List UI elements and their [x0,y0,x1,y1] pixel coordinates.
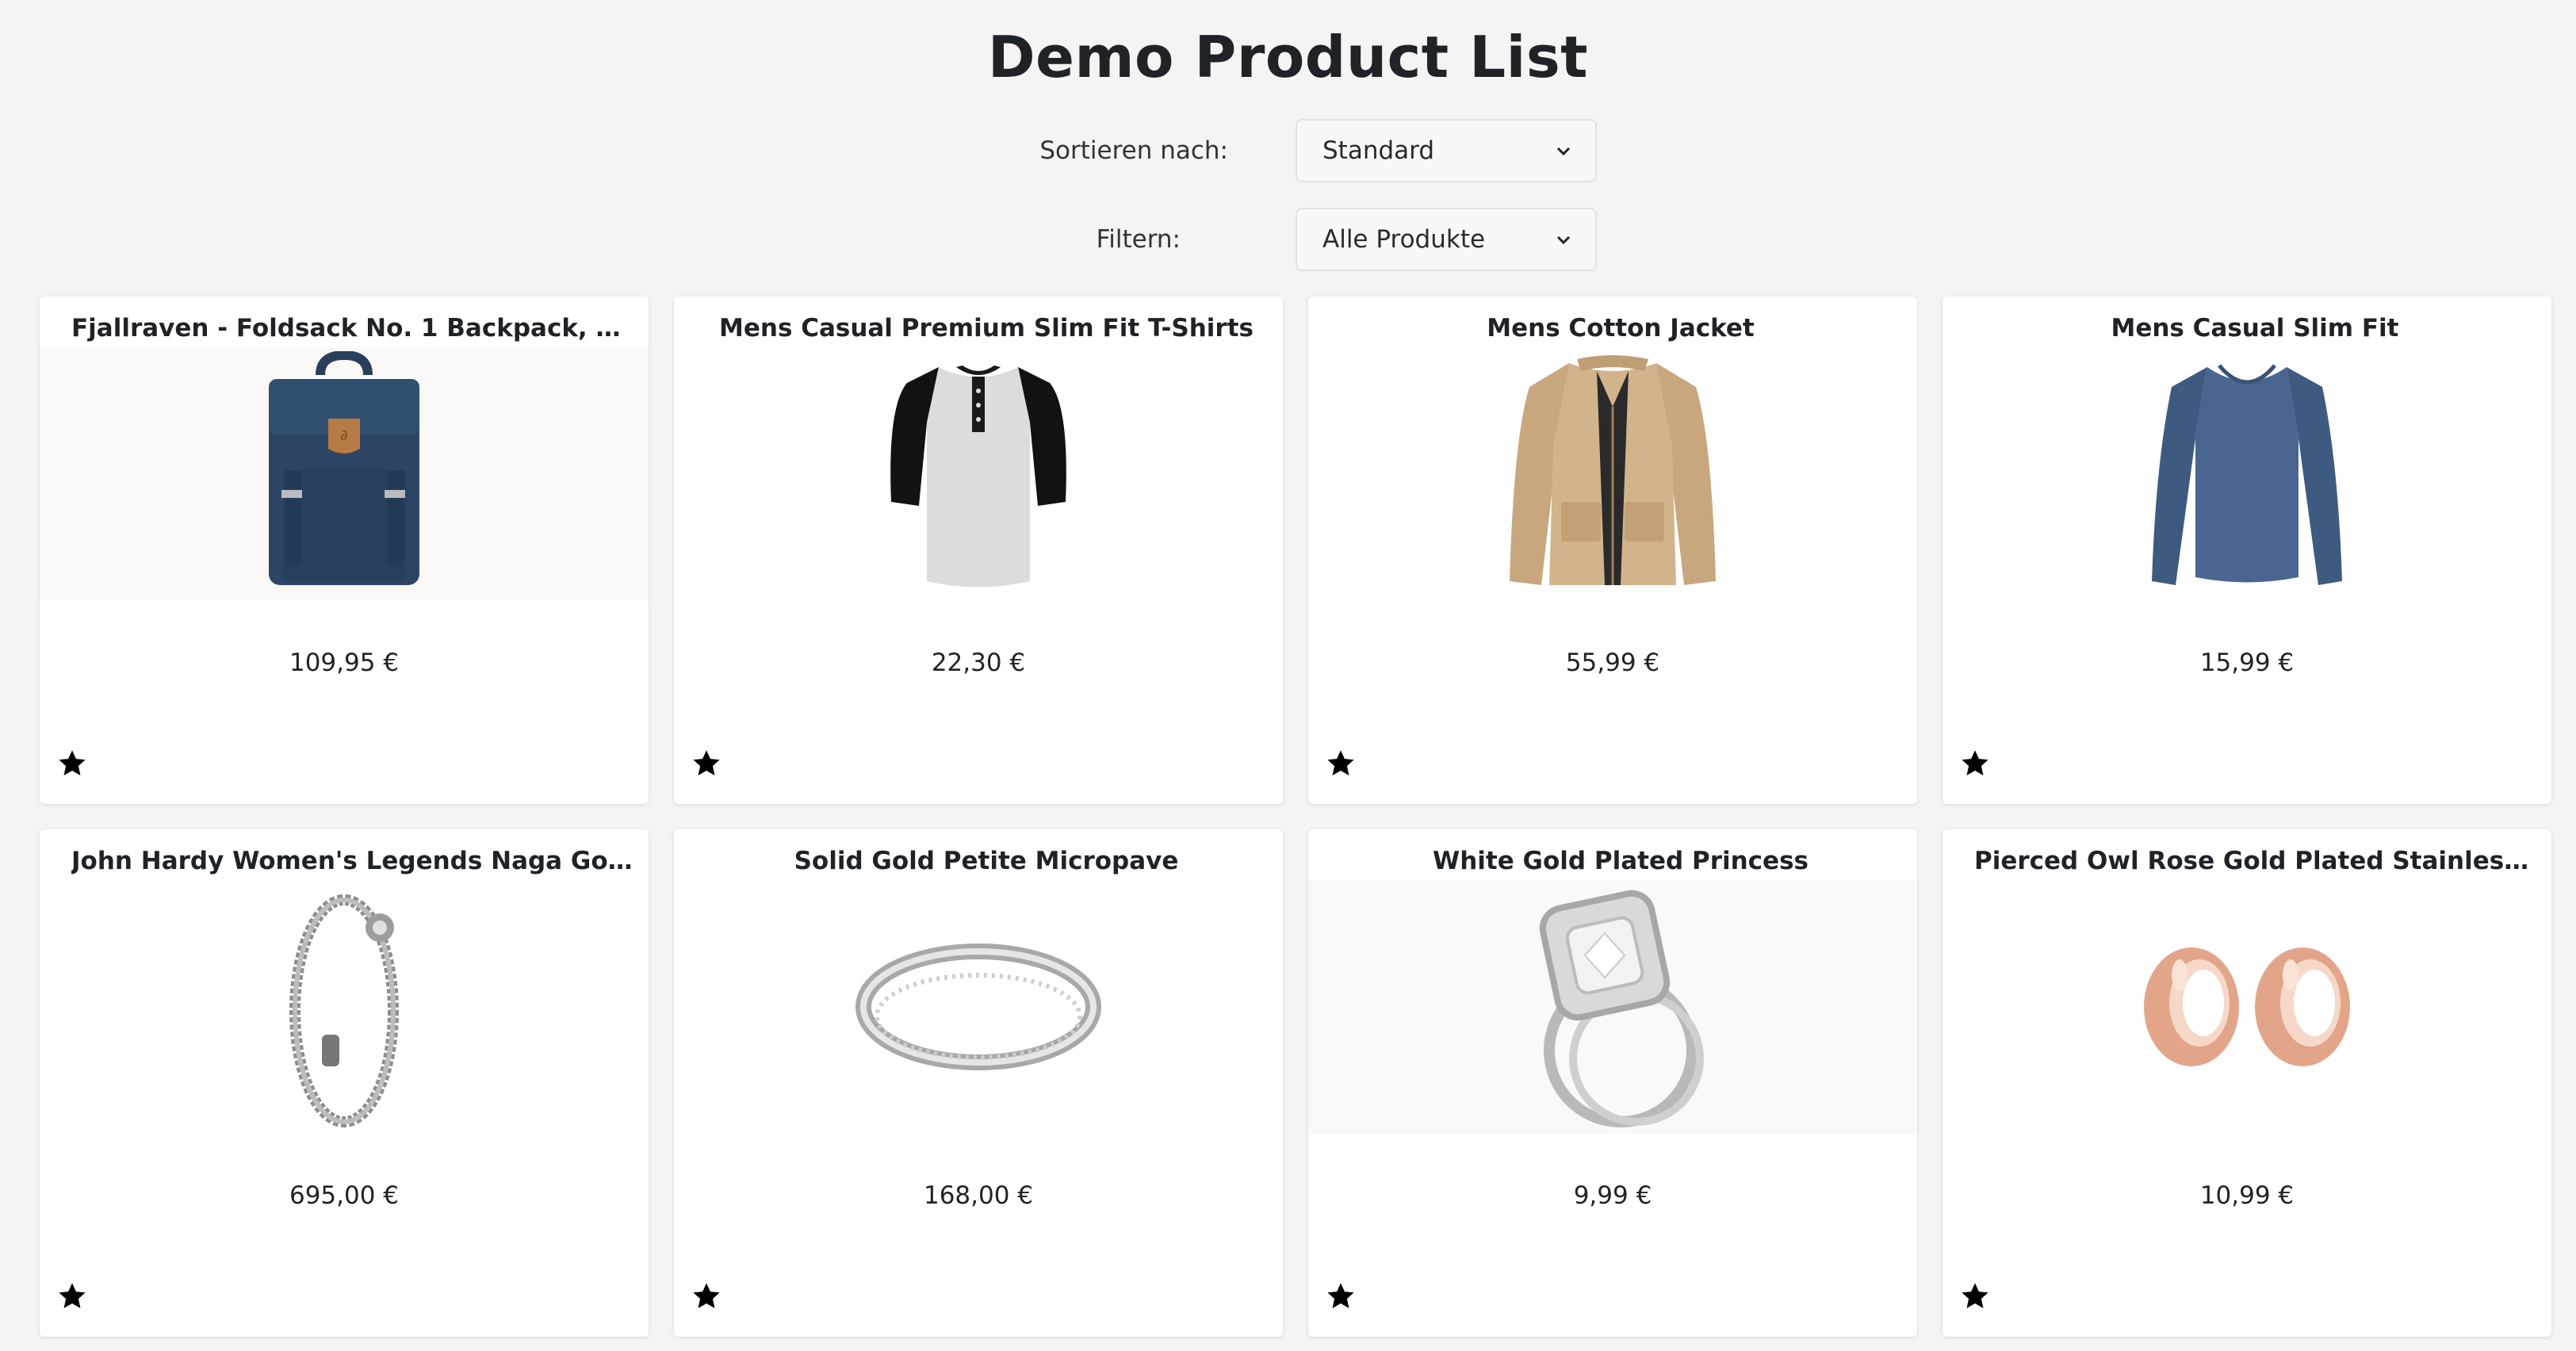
product-price: 10,99 € [2199,1181,2295,1210]
product-card[interactable]: Mens Casual Premium Slim Fit T-Shirts 22… [674,297,1283,804]
product-card[interactable]: White Gold Plated Princess 9,99 € [1308,829,1917,1337]
backpack-icon: ∂ [269,351,419,585]
product-title: John Hardy Women's Legends Naga Gold & S… [71,847,633,875]
star-icon[interactable] [1326,1281,1356,1311]
star-icon[interactable] [691,748,722,779]
diamond-ring-icon [1539,890,1704,1127]
filter-select[interactable]: Alle Produkte [1296,208,1597,271]
tshirt-icon [890,365,1066,587]
jacket-icon [1510,355,1716,585]
product-title: Mens Cotton Jacket [1487,314,1755,343]
star-icon[interactable] [1960,1281,1990,1311]
product-price: 55,99 € [1565,649,1660,677]
product-price: 168,00 € [923,1181,1034,1210]
product-image[interactable] [1943,347,2551,601]
product-card[interactable]: Pierced Owl Rose Gold Plated Stainless S… [1943,829,2551,1337]
product-card[interactable]: Mens Casual Slim Fit 15,99 € [1943,297,2551,804]
product-card[interactable]: Solid Gold Petite Micropave 168,00 € [674,829,1283,1337]
product-title: Pierced Owl Rose Gold Plated Stainless S… [1974,847,2536,875]
star-icon[interactable] [1326,748,1356,779]
filter-label: Filtern: [1096,225,1181,254]
chevron-down-icon [1556,147,1571,156]
product-price: 109,95 € [289,649,400,677]
bracelet-icon [289,894,399,1127]
star-icon[interactable] [691,1281,722,1311]
product-image[interactable] [674,347,1283,601]
product-title: Mens Casual Slim Fit [2111,314,2399,343]
product-image[interactable]: ∂ [40,347,649,601]
longsleeve-icon [2152,364,2342,585]
sort-label: Sortieren nach: [1039,136,1228,165]
product-price: 22,30 € [931,649,1026,677]
sort-row: Sortieren nach: Standard [0,119,2576,182]
product-title: Solid Gold Petite Micropave [794,847,1179,875]
product-card[interactable]: Fjallraven - Foldsack No. 1 Backpack, Fi… [40,297,649,804]
filter-select-value: Alle Produkte [1322,225,1486,254]
product-card[interactable]: Mens Cotton Jacket 55,99 € [1308,297,1917,804]
product-price: 695,00 € [289,1181,400,1210]
chevron-down-icon [1556,235,1571,245]
product-card[interactable]: John Hardy Women's Legends Naga Gold & S… [40,829,649,1337]
product-image[interactable] [1308,347,1917,601]
product-image[interactable] [40,880,649,1134]
product-price: 9,99 € [1573,1181,1652,1210]
filter-row: Filtern: Alle Produkte [0,208,2576,271]
product-image[interactable] [1308,880,1917,1134]
svg-text:∂: ∂ [340,427,347,444]
product-title: White Gold Plated Princess [1433,847,1809,875]
star-icon[interactable] [57,1281,87,1311]
star-icon[interactable] [57,748,87,779]
product-price: 15,99 € [2199,649,2295,677]
sort-select-value: Standard [1322,136,1435,165]
page-title: Demo Product List [987,24,1589,90]
star-icon[interactable] [1960,748,1990,779]
product-title: Mens Casual Premium Slim Fit T-Shirts [719,314,1254,343]
sort-select[interactable]: Standard [1296,119,1597,182]
product-title: Fjallraven - Foldsack No. 1 Backpack, Fi… [71,314,633,343]
earrings-icon [2144,947,2350,1066]
product-image[interactable] [674,880,1283,1134]
band-ring-icon [855,943,1101,1070]
product-image[interactable] [1943,880,2551,1134]
